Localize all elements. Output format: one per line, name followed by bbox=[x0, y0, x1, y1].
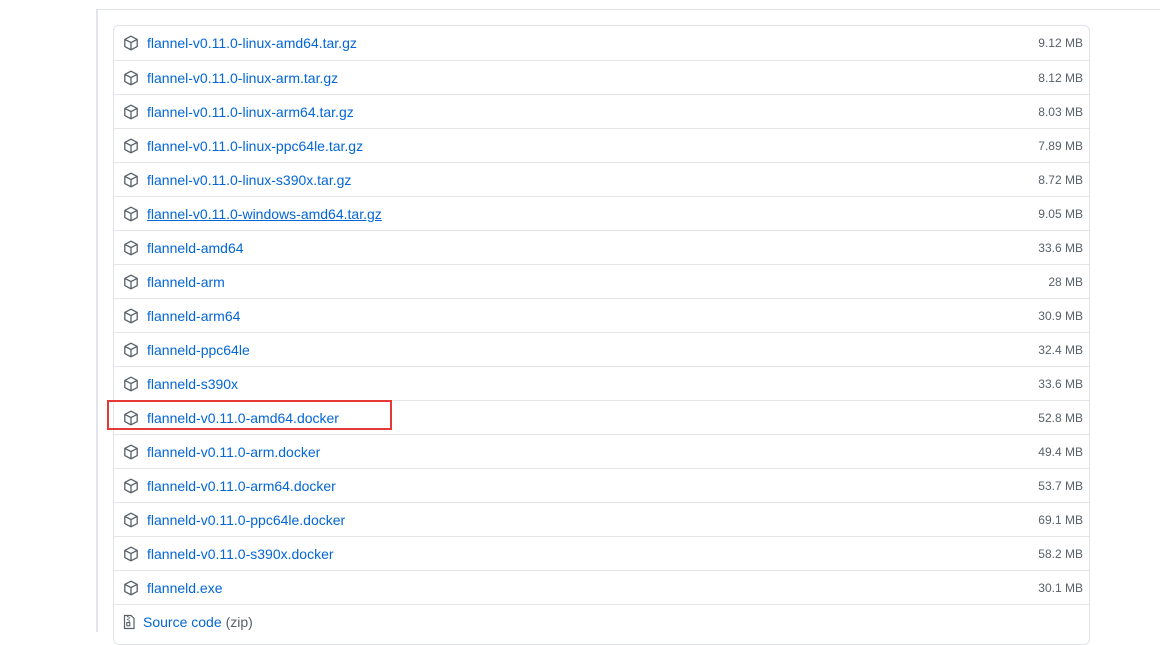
asset-row: flannel-v0.11.0-linux-arm.tar.gz 8.12 MB bbox=[114, 60, 1089, 94]
asset-size: 69.1 MB bbox=[1038, 513, 1083, 527]
source-code-row: Source code (zip) bbox=[114, 604, 1089, 638]
asset-download-link[interactable]: flannel-v0.11.0-windows-amd64.tar.gz bbox=[147, 206, 382, 222]
asset-size: 7.89 MB bbox=[1038, 139, 1083, 153]
asset-row: flannel-v0.11.0-linux-arm64.tar.gz 8.03 M… bbox=[114, 94, 1089, 128]
asset-row: flanneld-v0.11.0-arm.docker 49.4 MB bbox=[114, 434, 1089, 468]
asset-download-link[interactable]: flanneld-v0.11.0-s390x.docker bbox=[147, 546, 334, 562]
asset-row: flanneld-v0.11.0-ppc64le.docker 69.1 MB bbox=[114, 502, 1089, 536]
asset-download-link[interactable]: flanneld-s390x bbox=[147, 376, 238, 392]
package-icon bbox=[123, 206, 139, 222]
package-icon bbox=[123, 444, 139, 460]
asset-size: 49.4 MB bbox=[1038, 445, 1083, 459]
top-divider bbox=[96, 9, 1160, 10]
asset-size: 33.6 MB bbox=[1038, 241, 1083, 255]
asset-row: flanneld-amd64 33.6 MB bbox=[114, 230, 1089, 264]
asset-download-link[interactable]: flanneld-ppc64le bbox=[147, 342, 250, 358]
asset-size: 33.6 MB bbox=[1038, 377, 1083, 391]
asset-size: 8.03 MB bbox=[1038, 105, 1083, 119]
asset-row: flanneld-v0.11.0-amd64.docker 52.8 MB bbox=[114, 400, 1089, 434]
asset-download-link[interactable]: flannel-v0.11.0-linux-amd64.tar.gz bbox=[147, 35, 357, 51]
asset-download-link[interactable]: flannel-v0.11.0-linux-ppc64le.tar.gz bbox=[147, 138, 363, 154]
asset-row: flanneld-arm 28 MB bbox=[114, 264, 1089, 298]
asset-download-link[interactable]: flanneld.exe bbox=[147, 580, 223, 596]
package-icon bbox=[123, 512, 139, 528]
asset-size: 9.12 MB bbox=[1038, 36, 1083, 50]
asset-row: flannel-v0.11.0-linux-amd64.tar.gz 9.12 M… bbox=[114, 26, 1089, 60]
asset-size: 9.05 MB bbox=[1038, 207, 1083, 221]
asset-row: flannel-v0.11.0-linux-s390x.tar.gz 8.72 M… bbox=[114, 162, 1089, 196]
package-icon bbox=[123, 410, 139, 426]
asset-download-link[interactable]: flanneld-amd64 bbox=[147, 240, 244, 256]
asset-download-link[interactable]: flanneld-v0.11.0-amd64.docker bbox=[147, 410, 339, 426]
asset-row: flanneld-ppc64le 32.4 MB bbox=[114, 332, 1089, 366]
package-icon bbox=[123, 274, 139, 290]
asset-download-link[interactable]: flannel-v0.11.0-linux-arm.tar.gz bbox=[147, 70, 338, 86]
package-icon bbox=[123, 104, 139, 120]
package-icon bbox=[123, 35, 139, 51]
asset-size: 30.1 MB bbox=[1038, 581, 1083, 595]
source-code-zip-link[interactable]: Source code (zip) bbox=[143, 614, 253, 630]
asset-row: flanneld.exe 30.1 MB bbox=[114, 570, 1089, 604]
asset-download-link[interactable]: flanneld-arm64 bbox=[147, 308, 240, 324]
asset-size: 28 MB bbox=[1048, 275, 1083, 289]
asset-download-link[interactable]: flannel-v0.11.0-linux-arm64.tar.gz bbox=[147, 104, 354, 120]
source-code-format: (zip) bbox=[225, 614, 253, 630]
package-icon bbox=[123, 546, 139, 562]
release-assets-list: flannel-v0.11.0-linux-amd64.tar.gz 9.12 M… bbox=[113, 25, 1090, 645]
asset-download-link[interactable]: flannel-v0.11.0-linux-s390x.tar.gz bbox=[147, 172, 351, 188]
asset-size: 8.72 MB bbox=[1038, 173, 1083, 187]
package-icon bbox=[123, 172, 139, 188]
package-icon bbox=[123, 240, 139, 256]
asset-row: flanneld-arm64 30.9 MB bbox=[114, 298, 1089, 332]
asset-size: 58.2 MB bbox=[1038, 547, 1083, 561]
package-icon bbox=[123, 308, 139, 324]
asset-row: flannel-v0.11.0-windows-amd64.tar.gz 9.05… bbox=[114, 196, 1089, 230]
asset-size: 30.9 MB bbox=[1038, 309, 1083, 323]
package-icon bbox=[123, 342, 139, 358]
asset-download-link[interactable]: flanneld-v0.11.0-ppc64le.docker bbox=[147, 512, 345, 528]
asset-row: flanneld-s390x 33.6 MB bbox=[114, 366, 1089, 400]
asset-size: 53.7 MB bbox=[1038, 479, 1083, 493]
package-icon bbox=[123, 478, 139, 494]
package-icon bbox=[123, 580, 139, 596]
asset-download-link[interactable]: flanneld-v0.11.0-arm64.docker bbox=[147, 478, 336, 494]
asset-row: flanneld-v0.11.0-s390x.docker 58.2 MB bbox=[114, 536, 1089, 570]
asset-download-link[interactable]: flanneld-v0.11.0-arm.docker bbox=[147, 444, 320, 460]
asset-download-link[interactable]: flanneld-arm bbox=[147, 274, 225, 290]
package-icon bbox=[123, 376, 139, 392]
asset-row: flanneld-v0.11.0-arm64.docker 53.7 MB bbox=[114, 468, 1089, 502]
package-icon bbox=[123, 138, 139, 154]
source-code-label: Source code bbox=[143, 614, 222, 630]
asset-size: 8.12 MB bbox=[1038, 71, 1083, 85]
asset-row: flannel-v0.11.0-linux-ppc64le.tar.gz 7.89… bbox=[114, 128, 1089, 162]
asset-size: 32.4 MB bbox=[1038, 343, 1083, 357]
timeline-rail bbox=[96, 9, 98, 632]
file-zip-icon bbox=[121, 614, 137, 630]
asset-size: 52.8 MB bbox=[1038, 411, 1083, 425]
package-icon bbox=[123, 70, 139, 86]
